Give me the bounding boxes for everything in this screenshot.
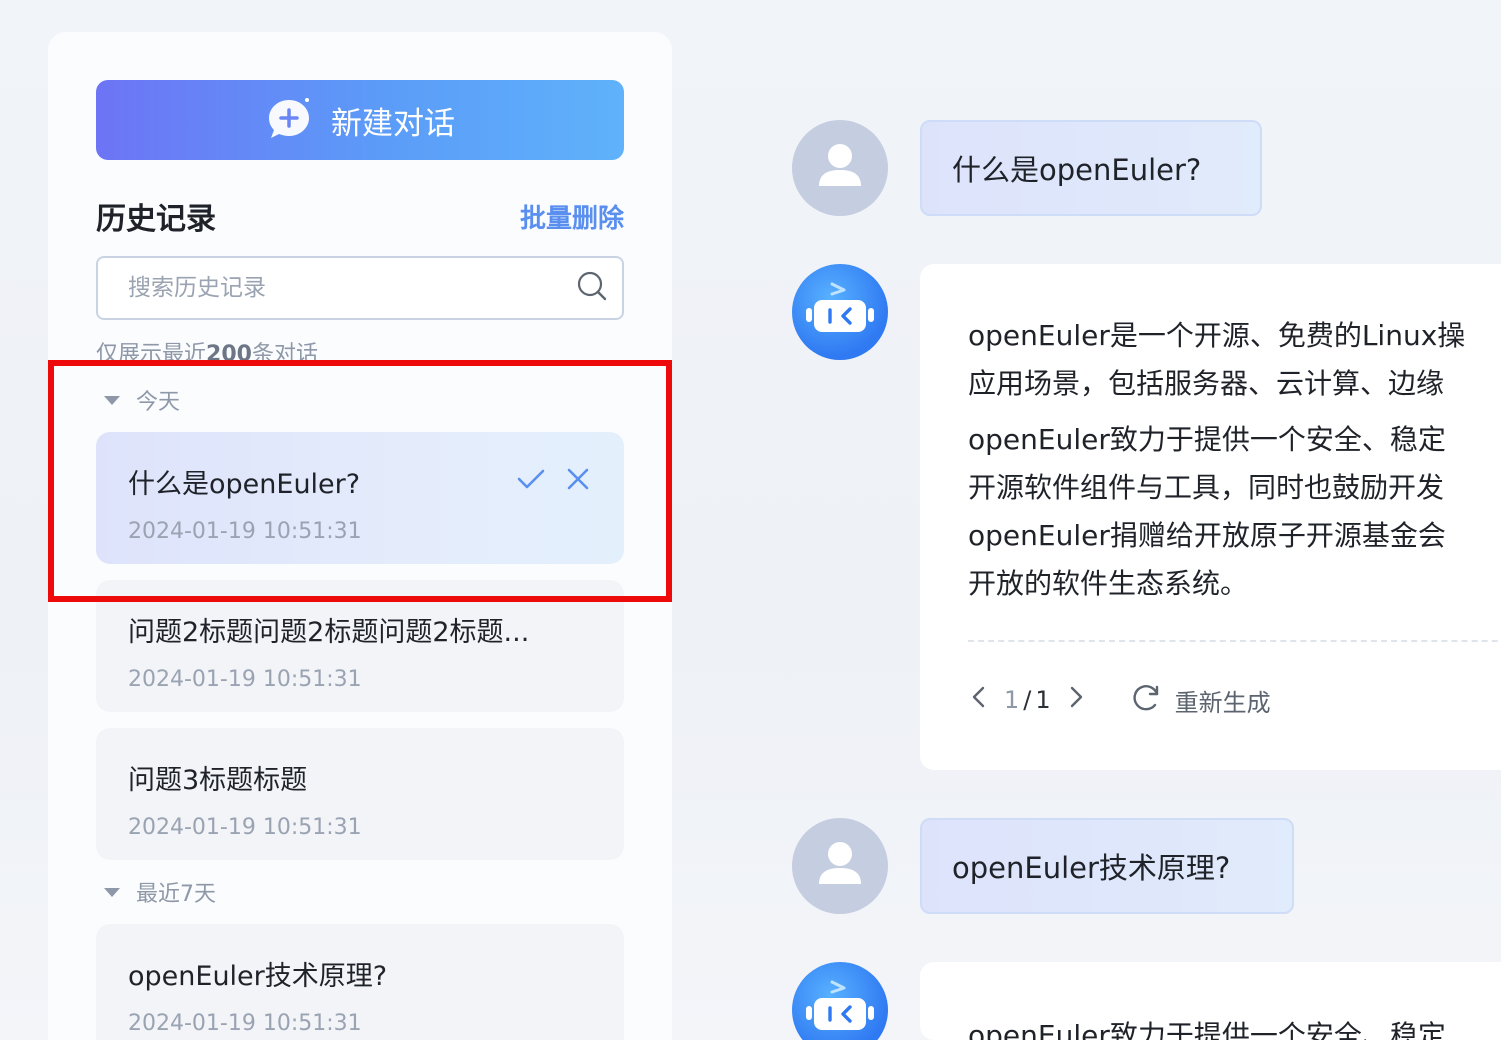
history-item-title: openEuler技术原理?	[128, 961, 388, 992]
user-silhouette-icon	[819, 144, 861, 186]
note-count: 200	[206, 342, 252, 367]
caret-down-icon	[104, 887, 120, 897]
answer-line: openEuler致力于提供一个安全、稳定	[968, 423, 1446, 456]
history-item-date: 2024-01-19 10:51:31	[128, 667, 362, 692]
page-current: 1	[1004, 686, 1020, 714]
answer-line: openEuler捐赠给开放原子开源基金会	[968, 519, 1446, 552]
group-label: 今天	[136, 390, 181, 415]
history-search-input[interactable]	[128, 275, 576, 301]
robot-icon	[806, 980, 874, 1030]
answer-line: openEuler致力于提供一个安全、稳定	[968, 1019, 1446, 1040]
new-chat-icon	[265, 96, 313, 144]
regenerate-button[interactable]: 重新生成	[1131, 682, 1271, 718]
user-avatar	[792, 120, 888, 216]
answer-line: openEuler是一个开源、免费的Linux操	[968, 319, 1466, 352]
new-chat-button[interactable]: 新建对话	[96, 80, 624, 160]
history-title: 历史记录	[96, 202, 216, 237]
bot-answer-card: openEuler致力于提供一个安全、稳定	[920, 962, 1501, 1040]
bot-avatar	[792, 962, 888, 1040]
history-header: 历史记录 批量删除	[96, 196, 624, 237]
note-suffix: 条对话	[251, 342, 318, 367]
bot-answer-card: openEuler是一个开源、免费的Linux操 应用场景，包括服务器、云计算、…	[920, 264, 1501, 770]
user-question-bubble: openEuler技术原理?	[920, 818, 1294, 914]
history-item-date: 2024-01-19 10:51:31	[128, 815, 362, 840]
answer-line: 开放的软件生态系统。	[968, 567, 1249, 600]
history-item[interactable]: openEuler技术原理? 2024-01-19 10:51:31	[96, 924, 624, 1040]
note-prefix: 仅展示最近	[96, 342, 207, 367]
group-last-7-days[interactable]: 最近7天	[104, 876, 216, 908]
history-sidebar: 新建对话 历史记录 批量删除 仅展示最近200条对话 今天 什么是openEul…	[48, 32, 672, 1040]
new-chat-label: 新建对话	[331, 105, 455, 142]
prev-page-icon[interactable]	[968, 684, 990, 716]
history-item-title: 问题3标题标题	[128, 765, 308, 796]
history-limit-note: 仅展示最近200条对话	[96, 336, 318, 368]
answer-pager: 1/1	[968, 684, 1087, 716]
history-item-date: 2024-01-19 10:51:31	[128, 519, 362, 544]
answer-line: 应用场景，包括服务器、云计算、边缘	[968, 367, 1445, 400]
search-icon[interactable]	[576, 270, 608, 306]
user-question-bubble: 什么是openEuler?	[920, 120, 1262, 216]
caret-down-icon	[104, 395, 120, 405]
batch-delete-button[interactable]: 批量删除	[520, 198, 624, 235]
group-label: 最近7天	[136, 882, 216, 907]
history-search-box	[96, 256, 624, 320]
regenerate-label: 重新生成	[1174, 688, 1271, 717]
user-question-text: openEuler技术原理?	[952, 851, 1231, 885]
answer-line: 开源软件组件与工具，同时也鼓励开发	[968, 471, 1445, 504]
refresh-icon	[1131, 682, 1161, 718]
history-item[interactable]: 问题3标题标题 2024-01-19 10:51:31	[96, 728, 624, 860]
user-avatar	[792, 818, 888, 914]
robot-icon	[806, 282, 874, 332]
confirm-check-icon[interactable]	[516, 464, 546, 498]
answer-footer: 1/1 重新生成	[968, 682, 1501, 718]
group-today[interactable]: 今天	[104, 384, 180, 416]
page-separator: /	[1023, 686, 1032, 714]
bot-avatar	[792, 264, 888, 360]
history-item-selected[interactable]: 什么是openEuler? 2024-01-19 10:51:31	[96, 432, 624, 564]
user-silhouette-icon	[819, 842, 861, 884]
user-question-text: 什么是openEuler?	[952, 153, 1202, 187]
history-item-date: 2024-01-19 10:51:31	[128, 1011, 362, 1036]
cancel-close-icon[interactable]	[566, 464, 590, 498]
answer-divider	[968, 640, 1501, 642]
history-item[interactable]: 问题2标题问题2标题问题2标题... 2024-01-19 10:51:31	[96, 580, 624, 712]
history-item-title: 问题2标题问题2标题问题2标题...	[128, 617, 530, 648]
page-total: 1	[1035, 686, 1051, 714]
next-page-icon[interactable]	[1065, 684, 1087, 716]
